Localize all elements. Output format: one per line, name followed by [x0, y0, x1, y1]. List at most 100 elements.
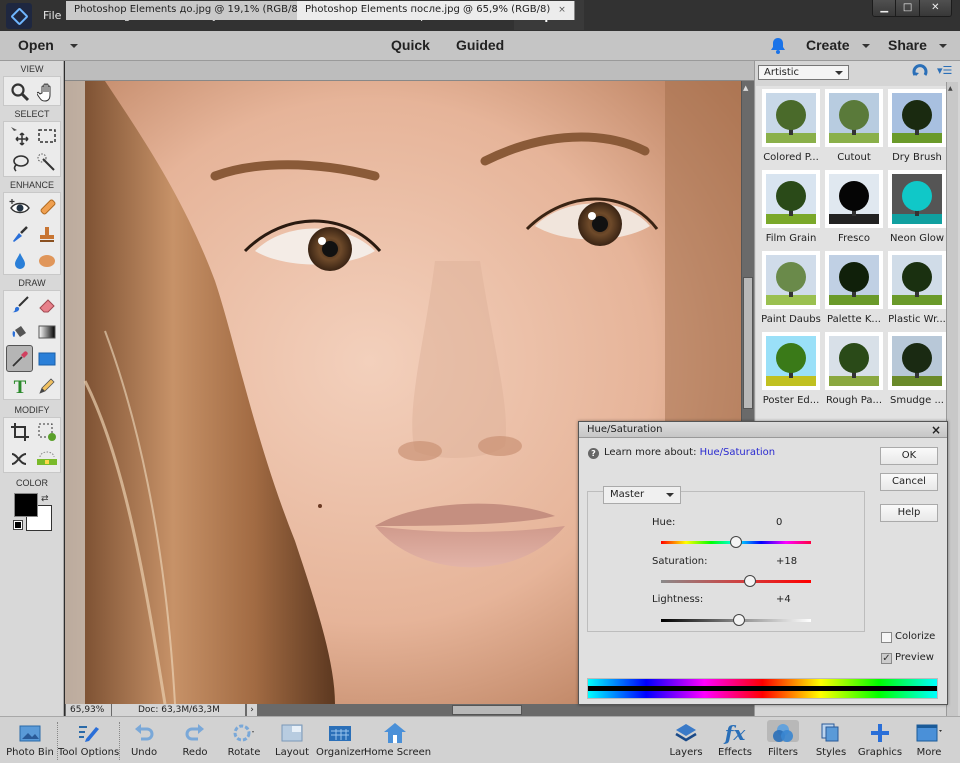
quick-selection-tool[interactable] — [33, 149, 60, 176]
effects-button[interactable]: fx Effects — [715, 720, 755, 762]
section-view-label: VIEW — [20, 64, 44, 74]
blur-tool[interactable] — [6, 247, 33, 274]
shape-tool[interactable] — [33, 345, 60, 372]
saturation-slider-handle[interactable] — [743, 575, 756, 587]
tool-options-button[interactable]: Tool Options — [58, 720, 119, 762]
preview-checkbox[interactable]: ✓ — [881, 653, 892, 664]
redo-button[interactable]: Redo — [175, 720, 215, 762]
maximize-button[interactable]: □ — [895, 0, 919, 16]
open-button[interactable]: Open — [18, 31, 78, 60]
tree-image — [829, 262, 879, 305]
recompose-tool[interactable] — [33, 418, 60, 445]
filter-thumbnail[interactable]: Poster Ed... — [762, 332, 820, 410]
pencil-tool[interactable] — [33, 372, 60, 399]
organizer-icon — [316, 720, 364, 746]
document-tab-after[interactable]: Photoshop Elements после.jpg @ 65,9% (RG… — [297, 1, 575, 20]
create-button[interactable]: Create — [806, 31, 870, 60]
saturation-value[interactable]: +18 — [776, 556, 797, 567]
straighten-tool[interactable] — [33, 445, 60, 472]
input-spectrum-bar — [588, 679, 937, 686]
dialog-close-icon[interactable]: × — [931, 422, 941, 438]
marquee-tool[interactable] — [33, 122, 60, 149]
filter-thumbnail[interactable]: Colored P... — [762, 89, 820, 167]
red-eye-tool[interactable] — [6, 193, 33, 220]
filter-thumbnail[interactable]: Palette K... — [825, 251, 883, 329]
menu-file[interactable]: File — [43, 0, 61, 31]
layout-button[interactable]: Layout — [272, 720, 312, 762]
scroll-up-icon[interactable]: ▲ — [743, 84, 748, 92]
gradient-tool[interactable] — [33, 318, 60, 345]
foreground-color-swatch[interactable] — [14, 493, 38, 517]
home-screen-button[interactable]: Home Screen — [364, 720, 431, 762]
zoom-tool[interactable] — [6, 78, 33, 105]
clone-stamp-tool[interactable] — [33, 220, 60, 247]
reset-icon[interactable] — [912, 64, 928, 81]
crop-tool[interactable] — [6, 418, 33, 445]
horizontal-scroll-thumb[interactable] — [452, 705, 522, 715]
filter-thumbnail[interactable]: Fresco — [825, 170, 883, 248]
sponge-tool[interactable] — [33, 247, 60, 274]
lightness-slider[interactable] — [661, 614, 811, 626]
share-button[interactable]: Share — [888, 31, 947, 60]
document-tab-before[interactable]: Photoshop Elements до.jpg @ 19,1% (RGB/8… — [66, 1, 327, 20]
eraser-tool[interactable] — [33, 291, 60, 318]
hue-value[interactable]: 0 — [776, 517, 782, 528]
saturation-slider[interactable] — [661, 575, 811, 587]
mode-quick[interactable]: Quick — [391, 31, 430, 60]
notification-bell-icon[interactable] — [770, 37, 786, 57]
minimize-button[interactable]: ▁ — [873, 0, 896, 16]
filter-thumbnail[interactable]: Dry Brush — [888, 89, 946, 167]
filter-thumbnail[interactable]: Cutout — [825, 89, 883, 167]
filter-thumbnail[interactable]: Paint Daubs — [761, 251, 821, 329]
lightness-slider-handle[interactable] — [733, 614, 745, 626]
close-window-button[interactable]: ✕ — [918, 0, 951, 16]
help-button[interactable]: Help — [880, 504, 938, 522]
smart-brush-tool[interactable] — [6, 220, 33, 247]
eyedropper-tool[interactable] — [6, 345, 33, 372]
status-menu-arrow[interactable]: › — [247, 704, 257, 716]
tab-label: Photoshop Elements до.jpg @ 19,1% (RGB/8… — [74, 4, 302, 15]
styles-button[interactable]: Styles — [812, 720, 850, 762]
filter-thumbnail[interactable]: Film Grain — [762, 170, 820, 248]
colorize-checkbox[interactable] — [881, 632, 892, 643]
close-tab-icon[interactable]: × — [558, 5, 566, 15]
cancel-button[interactable]: Cancel — [880, 473, 938, 491]
zoom-level[interactable]: 65,93% — [66, 704, 111, 716]
enhance-tools — [3, 192, 61, 275]
photo-bin-button[interactable]: Photo Bin — [6, 720, 54, 762]
filters-button[interactable] — [767, 720, 799, 742]
undo-button[interactable]: Undo — [124, 720, 164, 762]
vertical-scroll-thumb[interactable] — [743, 277, 753, 409]
content-aware-move-tool[interactable] — [6, 445, 33, 472]
rotate-button[interactable]: Rotate — [224, 720, 264, 762]
brush-tool[interactable] — [6, 291, 33, 318]
modify-tools — [3, 417, 61, 473]
lightness-value[interactable]: +4 — [776, 594, 791, 605]
ok-button[interactable]: OK — [880, 447, 938, 465]
default-colors-icon[interactable] — [13, 520, 23, 530]
layers-button[interactable]: Layers — [667, 720, 705, 762]
swap-colors-icon[interactable]: ⇄ — [41, 494, 49, 504]
type-tool[interactable]: T — [6, 372, 33, 399]
svg-text:T: T — [13, 377, 26, 396]
filter-thumbnail[interactable]: Rough Pa... — [825, 332, 883, 410]
mode-guided[interactable]: Guided — [456, 31, 504, 60]
filter-category-select[interactable]: Artistic — [758, 65, 849, 80]
scroll-up-icon[interactable]: ▲ — [948, 85, 953, 92]
filter-thumbnail[interactable]: Neon Glow — [888, 170, 946, 248]
more-button[interactable]: More — [911, 720, 947, 762]
hand-tool[interactable] — [33, 78, 60, 105]
filter-thumbnail[interactable]: Plastic Wr... — [888, 251, 946, 329]
lasso-tool[interactable] — [6, 149, 33, 176]
move-tool[interactable] — [6, 122, 33, 149]
channel-select[interactable]: Master — [603, 486, 681, 504]
filter-thumbnail[interactable]: Smudge ... — [888, 332, 946, 410]
hue-slider[interactable] — [661, 536, 811, 548]
panel-menu-icon[interactable]: ▾☰ — [937, 64, 952, 77]
graphics-button[interactable]: Graphics — [857, 720, 903, 762]
spot-healing-tool[interactable] — [33, 193, 60, 220]
paint-bucket-tool[interactable] — [6, 318, 33, 345]
organizer-button[interactable]: Organizer — [316, 720, 365, 762]
hue-slider-handle[interactable] — [730, 536, 742, 548]
learn-more-link[interactable]: Hue/Saturation — [700, 447, 776, 458]
